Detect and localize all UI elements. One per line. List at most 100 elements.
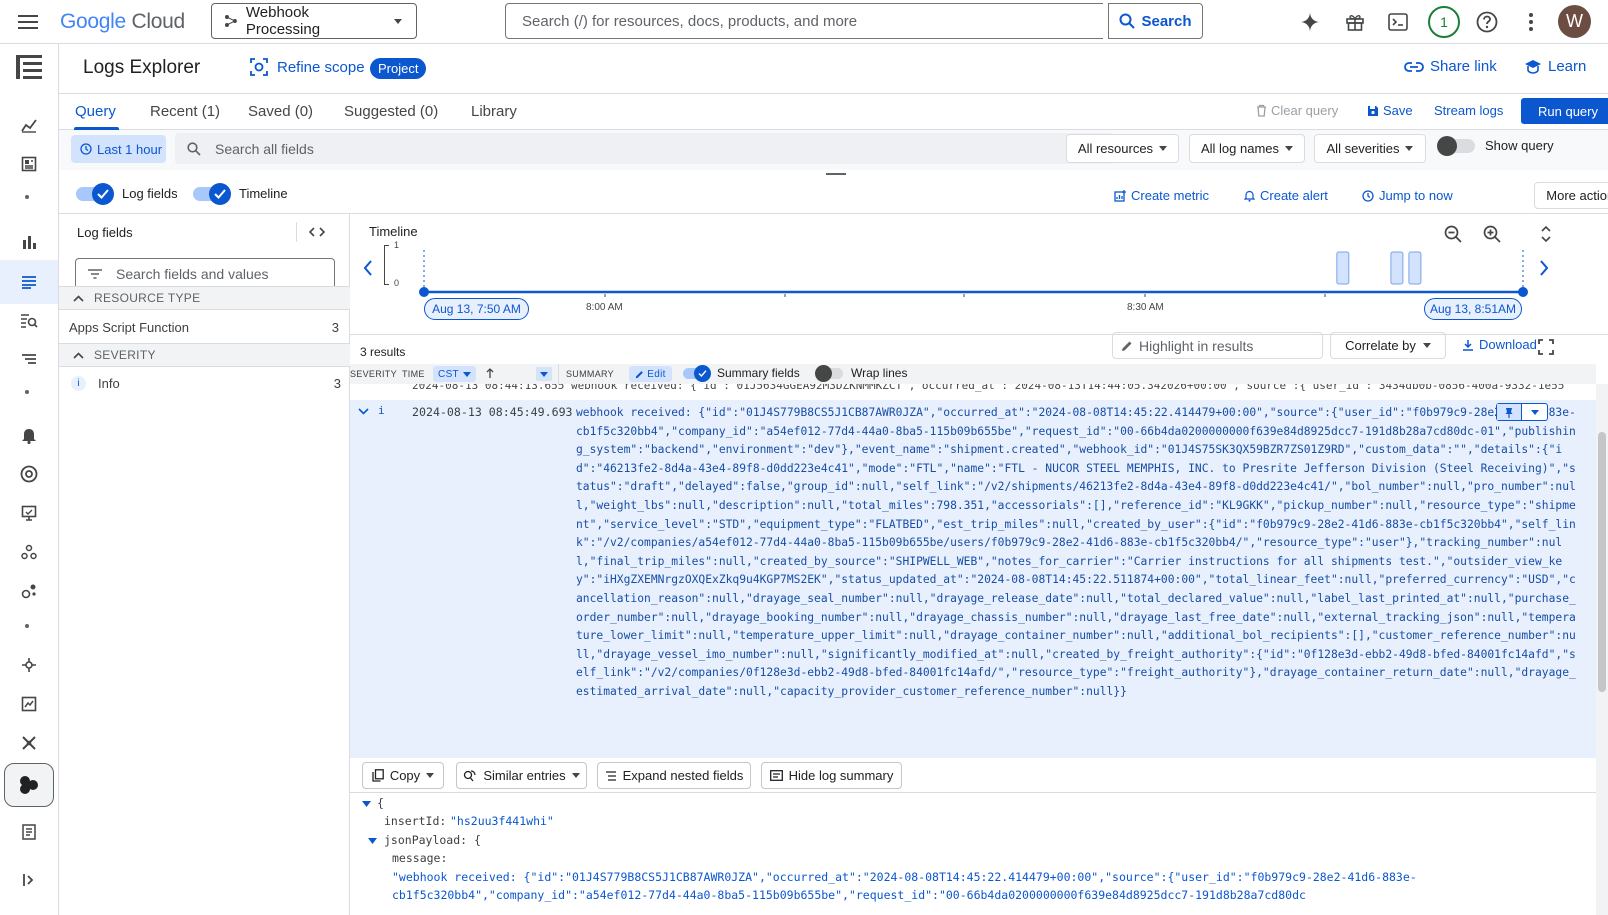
more-vert-icon[interactable] [1518,9,1544,35]
gift-icon[interactable] [1342,9,1368,35]
timeline-bar[interactable] [1408,251,1422,285]
log-row-collapsed[interactable]: 2024-08-13 08:44:13.655 webhook received… [350,384,1596,398]
learn-button[interactable]: Learn [1524,58,1586,75]
tab-library[interactable]: Library [471,103,517,120]
nav-logs-explorer-icon[interactable] [14,267,44,297]
nav-expand-icon[interactable] [14,865,44,895]
tab-saved[interactable]: Saved (0) [248,103,313,120]
all-resources-dropdown[interactable]: All resources [1066,134,1179,163]
wrap-lines-toggle[interactable]: Wrap lines [815,364,907,382]
log-fields-toggle[interactable]: Log fields [76,182,178,205]
jump-to-now-button[interactable]: Jump to now [1362,188,1453,203]
show-query-switch[interactable] [1437,135,1475,156]
timeline-bar[interactable] [1336,251,1350,285]
nav-alerting-icon[interactable] [14,420,44,450]
edit-summary-button[interactable]: Edit [629,366,672,382]
save-query-button[interactable]: Save [1367,103,1413,118]
severity-item[interactable]: i Info 3 [71,376,341,391]
main-menu-icon[interactable] [12,8,44,36]
search-fields-input[interactable]: Search fields and values [75,258,335,289]
tab-suggested[interactable]: Suggested (0) [344,103,438,120]
google-cloud-logo[interactable]: Google Cloud [60,8,185,36]
nav-synthetic-icon[interactable] [14,498,44,528]
time-range-picker[interactable]: Last 1 hour [71,135,166,163]
search-all-fields-input[interactable]: Search all fields [175,133,1115,164]
hide-log-summary-button[interactable]: Hide log summary [761,762,902,789]
json-message-value-continued[interactable]: cb1f5c320bb4","company_id":"a54ef012-77d… [392,888,1306,902]
expand-all-dropdown[interactable] [536,367,552,381]
results-scrollbar[interactable] [1596,384,1608,915]
nav-log-router-icon[interactable] [14,345,44,375]
nav-menu-icon[interactable] [12,52,46,82]
nav-pinned-product-icon[interactable] [14,770,44,800]
pin-log-button-group[interactable] [1496,403,1548,421]
all-severities-dropdown[interactable]: All severities [1314,134,1426,163]
help-icon[interactable] [1474,9,1500,35]
all-log-names-dropdown[interactable]: All log names [1189,134,1305,163]
gemini-sparkle-icon[interactable] [1297,9,1323,35]
chevron-down-icon[interactable] [358,408,369,415]
correlate-by-dropdown[interactable]: Correlate by [1330,332,1446,359]
severity-section[interactable]: SEVERITY [59,343,350,367]
avatar[interactable]: W [1558,5,1591,38]
nav-reports-icon[interactable] [14,689,44,719]
resize-handle[interactable] [826,173,846,175]
nav-uptime-icon[interactable] [14,459,44,489]
timeline-bar[interactable] [1390,251,1404,285]
expand-nested-fields-button[interactable]: Expand nested fields [597,762,751,789]
create-metric-button[interactable]: Create metric [1114,188,1209,203]
search-button[interactable]: Search [1108,3,1203,39]
summary-fields-toggle[interactable]: Summary fields [683,364,800,382]
resource-type-section[interactable]: RESOURCE TYPE [59,286,350,310]
nav-integrations-icon[interactable] [14,728,44,758]
severity-column-header[interactable]: SEVERITY [350,369,397,379]
json-insert-id-value[interactable]: "hs2uu3f441whi" [450,814,554,828]
wrap-lines-switch[interactable] [815,364,843,382]
pin-icon[interactable] [1497,404,1523,420]
show-query-toggle[interactable]: Show query [1437,135,1554,156]
chevron-down-icon[interactable] [368,838,377,844]
copy-dropdown[interactable]: Copy [362,762,444,789]
timeline-start-chip[interactable]: Aug 13, 7:50 AM [424,298,529,320]
project-picker[interactable]: Webhook Processing [211,3,417,39]
timeline-end-chip[interactable]: Aug 13, 8:51AM [1424,298,1522,320]
tab-query[interactable]: Query [75,103,116,120]
nav-services-icon[interactable] [14,537,44,567]
tab-recent[interactable]: Recent (1) [150,103,220,120]
timeline-switch[interactable] [193,182,231,205]
timezone-dropdown[interactable]: CST [433,366,476,382]
run-query-button[interactable]: Run query [1521,98,1608,124]
chevron-down-icon[interactable] [362,801,371,807]
similar-entries-dropdown[interactable]: Similar entries [456,762,587,789]
scrollbar-thumb[interactable] [1598,432,1606,692]
share-link-button[interactable]: Share link [1404,58,1497,75]
collapse-panel-icon[interactable] [305,220,329,244]
global-search-input[interactable]: Search (/) for resources, docs, products… [505,3,1103,39]
cloud-shell-icon[interactable] [1385,9,1411,35]
nav-profiler-icon[interactable] [14,650,44,680]
more-actions-dropdown[interactable]: More actions [1534,182,1608,209]
nav-log-analytics-icon[interactable] [14,306,44,336]
notifications-badge[interactable]: 1 [1428,6,1460,38]
nav-dashboard-icon[interactable] [14,149,44,179]
sort-ascending-icon[interactable] [486,368,494,379]
nav-monitoring-icon[interactable] [14,110,44,140]
time-column-header[interactable]: TIME [402,369,425,379]
log-fields-switch[interactable] [76,182,114,205]
json-message-value[interactable]: "webhook received: {"id":"01J4S779B8CS5J… [392,870,1417,884]
highlight-in-results-input[interactable]: Highlight in results [1112,332,1323,359]
nav-metrics-icon[interactable] [14,227,44,257]
pin-menu-chevron-icon[interactable] [1522,404,1547,420]
timeline-toggle[interactable]: Timeline [193,182,288,205]
fullscreen-icon[interactable] [1534,335,1558,359]
refine-scope-button[interactable]: Refine scope [249,57,365,77]
clear-query-button[interactable]: Clear query [1256,103,1338,118]
nav-release-notes-icon[interactable] [14,817,44,847]
log-row-expanded[interactable]: i 2024-08-13 08:45:49.693 webhook receiv… [350,400,1596,758]
resource-type-item[interactable]: Apps Script Function 3 [69,320,339,335]
create-alert-button[interactable]: Create alert [1244,188,1328,203]
stream-logs-button[interactable]: Stream logs [1434,103,1503,118]
nav-trace-icon[interactable] [14,576,44,606]
summary-fields-switch[interactable] [683,364,711,382]
download-button[interactable]: Download [1462,337,1537,352]
